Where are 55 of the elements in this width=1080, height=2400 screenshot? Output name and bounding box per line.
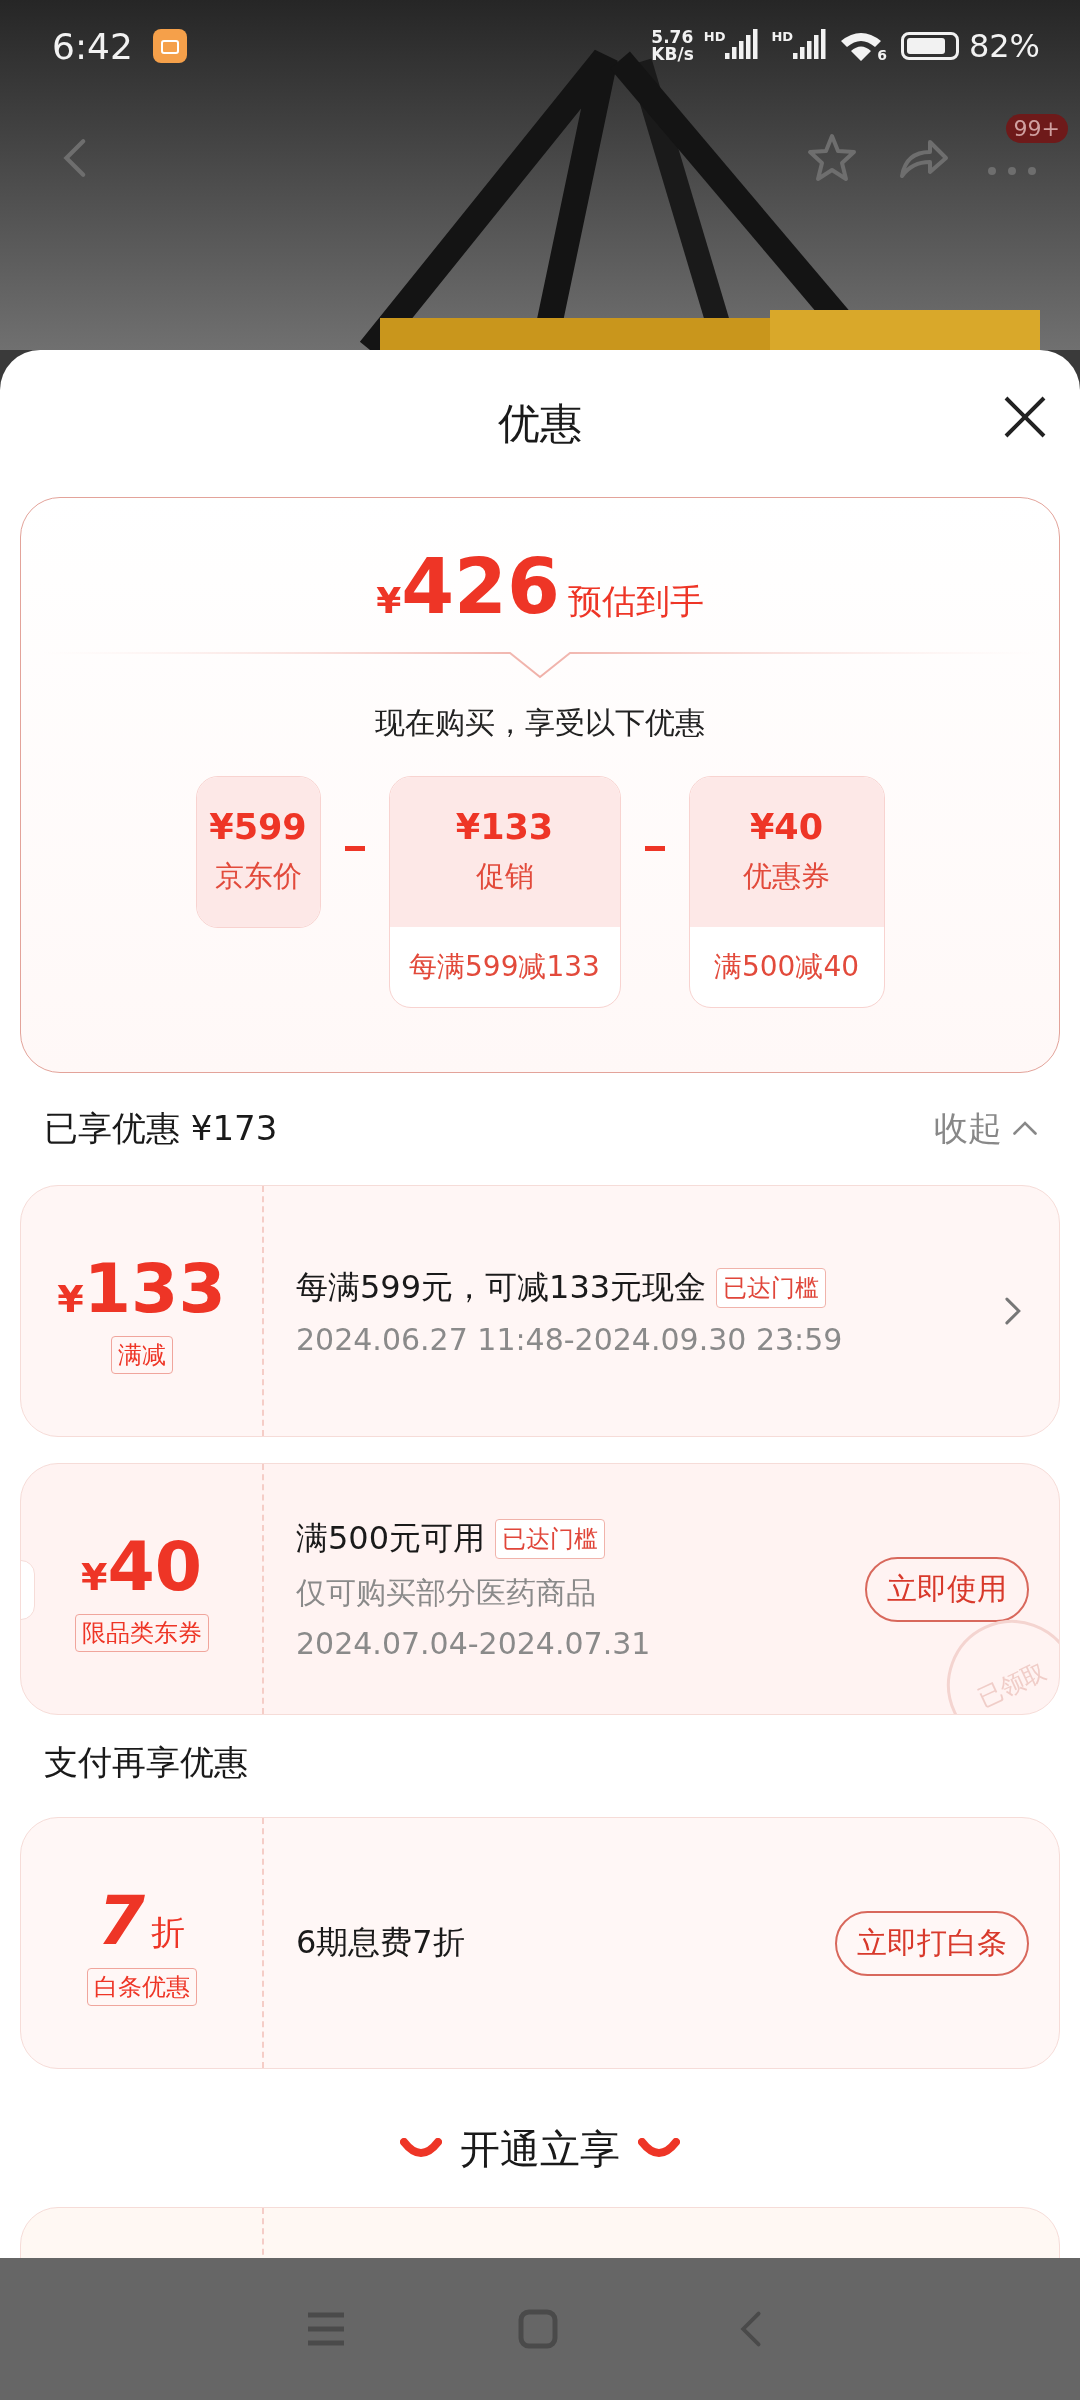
currency-symbol: ¥	[57, 1276, 84, 1321]
action-button[interactable]: 立即打白条	[835, 1910, 1029, 1976]
section-title: 支付再享优惠	[44, 1741, 249, 1784]
coupon-amount: 40	[107, 1526, 203, 1606]
coupon-amount: 7	[97, 1880, 146, 1960]
coupon-detail: 仅可购买部分医药商品	[296, 1574, 597, 1612]
coupon-tag: 白条优惠	[86, 1967, 197, 2006]
price-detail: 每满599减133	[408, 949, 601, 985]
menu-icon[interactable]	[306, 2311, 346, 2347]
collapse-toggle[interactable]: 收起	[934, 1106, 1040, 1152]
net-speed: KB/s	[651, 46, 694, 63]
home-icon[interactable]	[518, 2309, 558, 2349]
price-label: 京东价	[214, 858, 302, 895]
clock: 6:42	[52, 25, 133, 67]
threshold-badge: 已达门槛	[495, 1519, 606, 1559]
coupon-tag: 满减	[110, 1335, 173, 1374]
battery-percent: 82%	[968, 27, 1040, 65]
action-button[interactable]: 立即使用	[865, 1556, 1029, 1622]
section-title: 开通立享	[460, 2124, 620, 2174]
currency-symbol: ¥	[376, 580, 402, 621]
star-icon	[806, 132, 858, 184]
coupon-title: 6期息费7折	[296, 1922, 465, 1963]
minus-icon	[644, 846, 665, 851]
hd-label: HD	[771, 29, 794, 44]
price-amount: ¥599	[209, 807, 307, 847]
smile-icon	[638, 2138, 680, 2160]
estimated-price: 426	[401, 542, 560, 631]
currency-symbol: ¥	[80, 1554, 108, 1599]
more-icon	[987, 166, 1037, 176]
smile-icon	[400, 2138, 442, 2160]
price-amount: ¥40	[749, 807, 824, 847]
coupon-amount: 133	[83, 1248, 226, 1328]
benefit-subtitle: 现在购买，享受以下优惠	[375, 704, 705, 742]
coupon-title: 每满599元，可减133元现金	[296, 1266, 707, 1308]
price-detail: 满500减40	[712, 949, 861, 985]
section-title: 已享优惠 ¥173	[44, 1107, 279, 1150]
price-amount: ¥133	[455, 807, 554, 847]
sheet-title: 优惠	[498, 397, 582, 450]
wifi-label: 6	[877, 47, 887, 63]
coupon-detail: 2024.07.04-2024.07.31	[296, 1626, 652, 1661]
price-label: 优惠券	[743, 858, 830, 895]
coupon-card[interactable]: 7折 白条优惠 6期息费7折 立即打白条	[20, 1817, 1060, 2069]
coupon-detail: 2024.06.27 11:48-2024.09.30 23:59	[296, 1321, 844, 1357]
net-speed: 5.76	[651, 29, 694, 46]
coupon-tag: 限品类东券	[74, 1613, 209, 1652]
coupon-card[interactable]: ¥133 满减 每满599元，可减133元现金 已达门槛 2024.06.27 11:48-2024.09.30 23:59	[20, 1185, 1060, 1437]
app-icon	[152, 29, 187, 63]
minus-icon	[344, 846, 365, 851]
threshold-badge: 已达门槛	[716, 1267, 827, 1308]
hd-label: HD	[703, 29, 726, 44]
price-label: 促销	[475, 858, 534, 895]
coupon-title: 满500元可用	[296, 1518, 486, 1559]
price-note: 预估到手	[567, 580, 704, 623]
coupon-unit: 折	[151, 1910, 186, 1954]
battery-icon	[900, 32, 959, 60]
